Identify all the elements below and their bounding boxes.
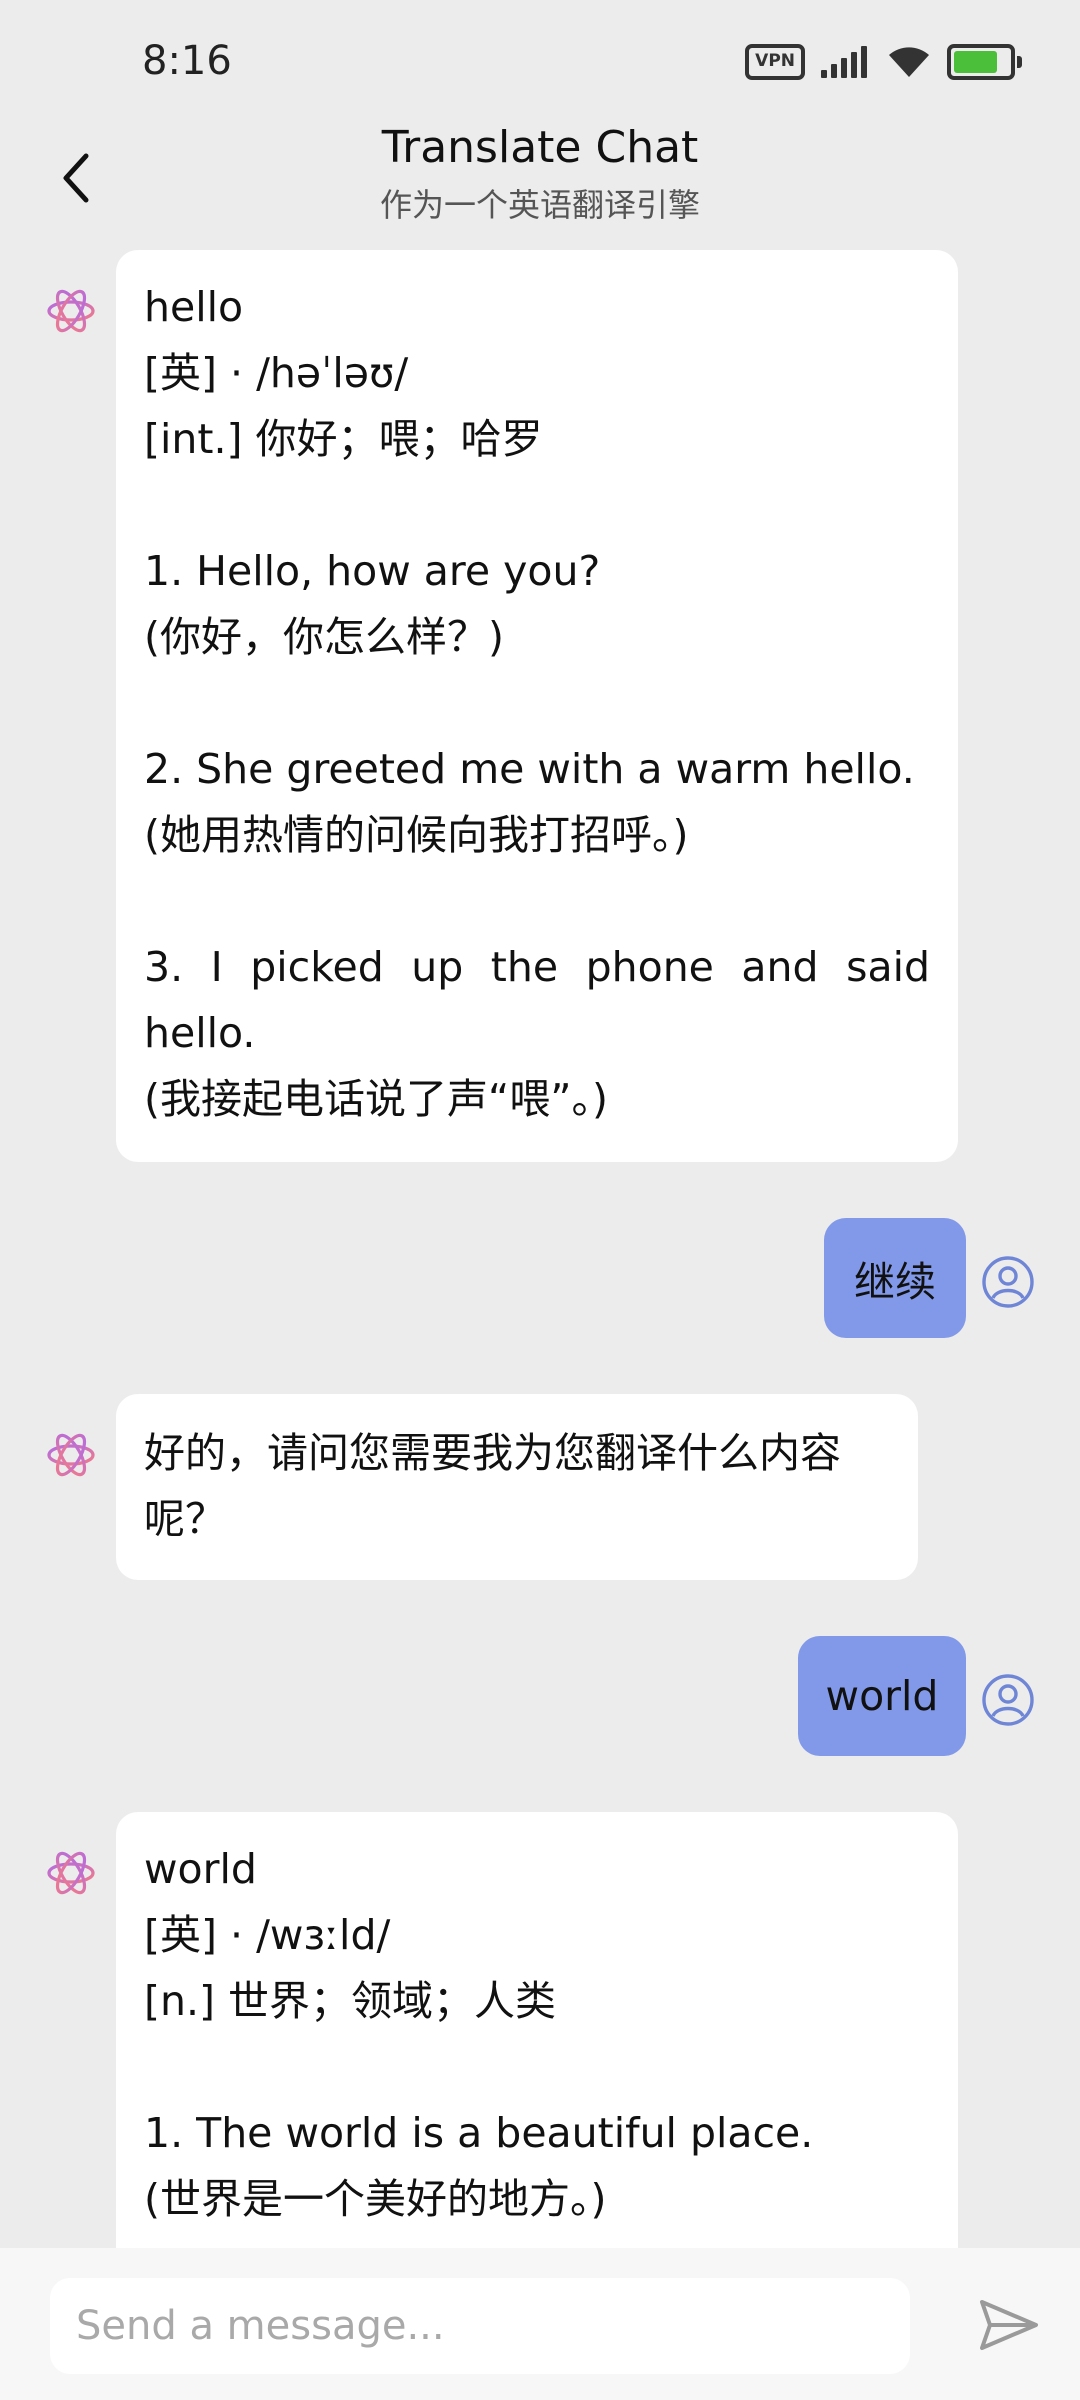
signal-icon [821,46,867,78]
send-icon[interactable] [976,2292,1042,2358]
user-avatar-icon [982,1674,1034,1726]
message-line: world [144,1845,257,1893]
assistant-message: hello [英] · /həˈləʊ/ [int.] 你好；喂；哈罗 1. H… [116,250,958,1162]
wifi-icon [889,47,929,77]
screen: hello [英] · /həˈləʊ/ [int.] 你好；喂；哈罗 1. H… [0,0,1080,2400]
message-line: 1. The world is a beautiful place. [144,2109,814,2157]
assistant-avatar-icon [47,1433,95,1477]
message-input[interactable]: Send a message... [50,2278,910,2374]
status-time: 8:16 [142,38,232,84]
page-subtitle: 作为一个英语翻译引擎 [379,186,700,224]
battery-level [954,51,997,73]
user-avatar-icon [982,1256,1034,1308]
message-line: [int.] 你好；喂；哈罗 [144,415,543,463]
message-line: 1. Hello, how are you? [144,547,601,595]
message-line: [n.] 世界；领域；人类 [144,1977,557,2025]
message-line: 好的，请问您需要我为您翻译什么内容呢？ [144,1429,841,1543]
message-line: (你好，你怎么样？) [144,613,504,661]
message-line: (世界是一个美好的地方。) [144,2175,607,2223]
vpn-icon: VPN [745,44,805,80]
message-line: (她用热情的问候向我打招呼。) [144,811,689,859]
chat-list[interactable]: hello [英] · /həˈləʊ/ [int.] 你好；喂；哈罗 1. H… [0,0,1080,2248]
app-header: Translate Chat 作为一个英语翻译引擎 [0,120,1080,240]
message-line: [英] · /wɜːld/ [144,1911,391,1959]
message-line: 2. She greeted me with a warm hello. [144,745,915,793]
assistant-avatar-icon [47,1851,95,1895]
status-icons: VPN [745,44,1022,80]
status-bar: 8:16 VPN [0,0,1080,120]
message-line: hello [144,283,244,331]
assistant-message: 好的，请问您需要我为您翻译什么内容呢？ [116,1394,918,1580]
message-line: [英] · /həˈləʊ/ [144,349,409,397]
user-message: world [798,1636,966,1756]
user-message: 继续 [824,1218,966,1338]
battery-icon [947,44,1022,80]
composer-bar: Send a message... [0,2248,1080,2400]
assistant-avatar-icon [47,289,95,333]
message-line: (我接起电话说了声“喂”。) [144,1075,608,1123]
page-title: Translate Chat [381,122,699,173]
message-line: 3. I picked up the phone and said hello. [144,943,944,1057]
assistant-message: world [英] · /wɜːld/ [n.] 世界；领域；人类 1. The… [116,1812,958,2248]
